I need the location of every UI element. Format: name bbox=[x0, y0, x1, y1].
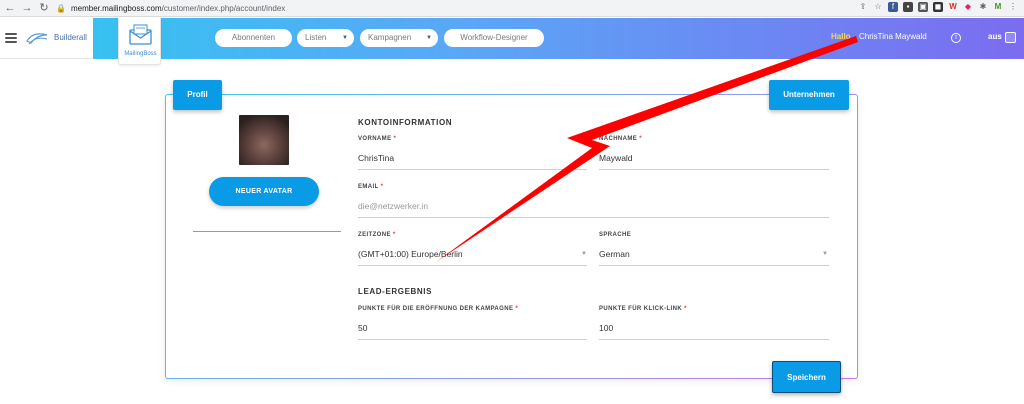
m-extension-icon[interactable]: M bbox=[993, 2, 1003, 12]
language-select[interactable]: German bbox=[599, 249, 630, 259]
nav-workflow-label: Workflow-Designer bbox=[460, 33, 528, 42]
logout-label[interactable]: aus bbox=[988, 32, 1002, 41]
header-left-panel: Builderall bbox=[0, 18, 93, 59]
tab-company[interactable]: Unternehmen bbox=[769, 80, 849, 110]
email-label: EMAIL * bbox=[358, 184, 384, 190]
hamburger-menu-icon[interactable] bbox=[5, 33, 17, 43]
facebook-icon[interactable]: f bbox=[888, 2, 898, 12]
nav-campaigns-dropdown[interactable]: Kampagnen ▼ bbox=[360, 29, 438, 47]
points-click-input[interactable]: 100 bbox=[599, 323, 613, 333]
language-underline bbox=[599, 265, 829, 266]
mailingboss-app-tile[interactable]: MailingBoss bbox=[118, 18, 161, 65]
timezone-label: ZEITZONE * bbox=[358, 232, 396, 238]
logout-icon[interactable] bbox=[1005, 32, 1016, 43]
points-open-input[interactable]: 50 bbox=[358, 323, 367, 333]
email-underline bbox=[358, 217, 829, 218]
mailingboss-label: MailingBoss bbox=[124, 51, 157, 57]
back-icon[interactable]: ← bbox=[3, 1, 17, 15]
save-button[interactable]: Speichern bbox=[772, 361, 841, 393]
chevron-down-icon: ▼ bbox=[581, 251, 587, 257]
color-extension-icon[interactable]: ◆ bbox=[963, 2, 973, 12]
extension-icon-2[interactable]: ▣ bbox=[918, 2, 928, 12]
last-name-underline bbox=[599, 169, 829, 170]
chevron-down-icon: ▼ bbox=[342, 35, 348, 41]
last-name-label: NACHNAME * bbox=[599, 136, 642, 142]
user-name[interactable]: ChrisTina Maywald bbox=[859, 32, 927, 41]
points-open-label: PUNKTE FÜR DIE ERÖFFNUNG DER KAMPAGNE * bbox=[358, 306, 519, 312]
first-name-input[interactable]: ChrisTina bbox=[358, 153, 394, 163]
section-title-lead: LEAD-ERGEBNIS bbox=[358, 287, 433, 296]
points-open-underline bbox=[358, 339, 587, 340]
timezone-select[interactable]: (GMT+01:00) Europe/Berlin bbox=[358, 249, 463, 259]
forward-icon[interactable]: → bbox=[20, 1, 34, 15]
share-icon[interactable]: ⇪ bbox=[858, 2, 868, 12]
star-icon[interactable]: ☆ bbox=[873, 2, 883, 12]
w-extension-icon[interactable]: W bbox=[948, 2, 958, 12]
chevron-down-icon: ▼ bbox=[822, 251, 828, 257]
extension-icons: ⇪ ☆ f ▪ ▣ ◼ W ◆ ✱ M ⋮ bbox=[858, 2, 1018, 12]
info-icon[interactable]: i bbox=[951, 33, 961, 43]
first-name-underline bbox=[358, 169, 587, 170]
chevron-down-icon: ▼ bbox=[426, 35, 432, 41]
page-root: ← → ↻ 🔒 member.mailingboss.com/customer/… bbox=[0, 0, 1024, 404]
builderall-logo-icon bbox=[26, 33, 48, 45]
mail-envelope-icon bbox=[129, 24, 152, 45]
divider bbox=[193, 231, 341, 232]
language-label: SPRACHE bbox=[599, 232, 632, 238]
nav-subscribers-label: Abonnenten bbox=[231, 33, 276, 42]
url-path: /customer/index.php/account/index bbox=[161, 4, 286, 13]
timezone-underline bbox=[358, 265, 587, 266]
first-name-label: VORNAME * bbox=[358, 136, 397, 142]
menu-dots-icon[interactable]: ⋮ bbox=[1008, 2, 1018, 12]
app-header: Builderall MailingBoss Abonnenten Listen… bbox=[0, 18, 1024, 65]
greeting-text: Hallo, bbox=[831, 32, 853, 41]
nav-workflow-designer[interactable]: Workflow-Designer bbox=[444, 29, 544, 47]
section-title-account: KONTOINFORMATION bbox=[358, 118, 453, 127]
address-bar[interactable]: 🔒 member.mailingboss.com/customer/index.… bbox=[56, 2, 285, 15]
avatar bbox=[239, 115, 289, 165]
nav-lists-dropdown[interactable]: Listen ▼ bbox=[297, 29, 354, 47]
lock-icon: 🔒 bbox=[56, 4, 66, 13]
nav-subscribers[interactable]: Abonnenten bbox=[215, 29, 292, 47]
nav-lists-label: Listen bbox=[305, 33, 327, 42]
browser-toolbar: ← → ↻ 🔒 member.mailingboss.com/customer/… bbox=[0, 0, 1024, 17]
points-click-label: PUNKTE FÜR KLICK-LINK * bbox=[599, 306, 687, 312]
url-domain: member.mailingboss.com bbox=[70, 4, 162, 13]
new-avatar-button[interactable]: NEUER AVATAR bbox=[209, 177, 319, 206]
logo-text: Builderall bbox=[54, 33, 87, 42]
extension-icon[interactable]: ▪ bbox=[903, 2, 913, 12]
puzzle-icon[interactable]: ✱ bbox=[978, 2, 988, 12]
last-name-input[interactable]: Maywald bbox=[599, 153, 633, 163]
nav-campaigns-label: Kampagnen bbox=[368, 33, 412, 42]
tab-profile[interactable]: Profil bbox=[173, 80, 222, 110]
reload-icon[interactable]: ↻ bbox=[37, 1, 51, 15]
extension-icon-3[interactable]: ◼ bbox=[933, 2, 943, 12]
points-click-underline bbox=[599, 339, 829, 340]
email-field[interactable]: die@netzwerker.in bbox=[358, 201, 428, 211]
